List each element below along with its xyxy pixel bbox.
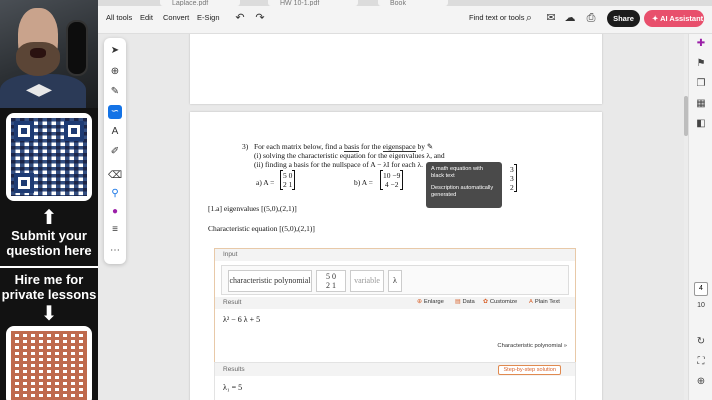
menu-convert[interactable]: Convert (163, 13, 189, 22)
pencil-cursor-icon: ✎ (426, 142, 434, 151)
matrix-b: 10 −9 4 −2 (380, 170, 404, 190)
variable-field: variable (350, 270, 384, 292)
tab-laplace[interactable]: Laplace.pdf (160, 0, 240, 6)
note-characteristic: Characteristic equation [(5,0),(2,1)] (208, 224, 315, 233)
pin-icon[interactable]: ⚲ (108, 187, 122, 201)
pen-icon[interactable]: ✎ (108, 85, 122, 99)
more-icon[interactable]: ⋯ (108, 244, 122, 258)
search-icon[interactable]: ⌕ (523, 12, 535, 24)
customize-icon: ✿ (483, 299, 488, 305)
freehand-icon[interactable]: ∽ (108, 105, 122, 119)
qr-code-submit[interactable] (6, 113, 92, 201)
note-eigenvalues: [1.a] eigenvalues [(5,0),(2,1)] (208, 204, 297, 213)
color-picker-icon[interactable]: ● (108, 205, 122, 219)
input-row: characteristic polynomial 5 02 1 variabl… (221, 265, 569, 295)
upload-cloud-icon[interactable]: ☁ (564, 12, 576, 24)
page-total: 10 (697, 302, 705, 309)
customize-action: ✿ Customize (483, 299, 518, 305)
bookmark-icon[interactable]: ⚑ (695, 58, 707, 70)
part-b-label: b) A = (354, 178, 373, 187)
part-a-label: a) A = (256, 178, 275, 187)
attachments-icon[interactable]: ▦ (695, 98, 707, 110)
find-text-tools[interactable]: Find text or tools (469, 13, 524, 22)
microphone-icon (66, 20, 88, 76)
promo-panel: ⬆ Submit your question here Hire me for … (0, 0, 98, 400)
result-header: Result (215, 297, 575, 309)
menu-all-tools[interactable]: All tools (106, 13, 132, 22)
pdf-page (190, 34, 602, 104)
plain-text-icon: A (529, 299, 533, 305)
matrix-field: 5 02 1 (316, 270, 346, 292)
pages-icon[interactable]: ❐ (695, 78, 707, 90)
enlarge-action: ⊕ Enlarge (417, 299, 444, 305)
undo-icon[interactable]: ↶ (234, 12, 246, 24)
plain-text-action: A Plain Text (529, 299, 560, 305)
lambda-1-result: λ₁ = 5 (223, 383, 243, 392)
characteristic-polynomial-link: Characteristic polynomial » (497, 343, 567, 349)
tab-hw[interactable]: HW 10-1.pdf (268, 0, 358, 6)
current-page-input[interactable]: 4 (694, 282, 708, 296)
alt-text-tooltip: A math equation with black text Descript… (426, 162, 502, 208)
promo-submit-text: Submit your question here (6, 228, 92, 258)
menu-lines-icon[interactable]: ≡ (108, 223, 122, 237)
eraser-icon[interactable]: ⌫ (108, 169, 122, 183)
redo-icon[interactable]: ↷ (254, 12, 266, 24)
rotate-icon[interactable]: ↻ (695, 336, 707, 348)
promo-hire-text: Hire me for private lessons (1, 272, 97, 302)
data-icon: ▤ (455, 299, 461, 305)
tooltip-line-1: A math equation with black text (431, 166, 483, 179)
wolfram-results-image: Results Step-by-step solution λ₁ = 5 (214, 362, 576, 400)
webcam-video (0, 0, 98, 108)
problem-number: 3) (242, 142, 249, 151)
problem-line-3: (ii) finding a basis for the nullspace o… (254, 160, 423, 169)
tooltip-line-2: Description automatically generated (431, 185, 494, 198)
menu-esign[interactable]: E-Sign (197, 13, 220, 22)
menu-edit[interactable]: Edit (140, 13, 153, 22)
matrix-a: 5 02 1 (280, 170, 296, 190)
tab-book[interactable]: Book (378, 0, 448, 6)
document-area: 3) For each matrix below, find a basis f… (130, 34, 684, 400)
arrow-up-icon: ⬆ (40, 207, 58, 229)
characteristic-polynomial-field: characteristic polynomial (228, 270, 312, 292)
qr-code-hire[interactable] (6, 326, 92, 400)
ai-assistant-label: AI Assistant (660, 14, 704, 23)
tab-strip: Laplace.pdf HW 10-1.pdf Book (98, 0, 712, 6)
select-cursor-icon[interactable]: ➤ (108, 44, 122, 58)
problem-line-1: For each matrix below, find a basis for … (254, 142, 434, 152)
print-icon[interactable]: ⎙ (585, 12, 597, 24)
ai-assistant-button[interactable]: ✦ AI Assistant (644, 10, 704, 27)
variable-value: λ (388, 270, 402, 292)
tool-rail: ➤ ⊕ ✎ ∽ A ✐ ⌫ ⚲ ● ≡ ⋯ (104, 38, 126, 264)
input-header: Input (215, 249, 575, 261)
right-rail: ✚ ⚑ ❐ ▦ ◧ 4 10 ↻ ⛶ ⊕ (688, 34, 712, 400)
comment-icon[interactable]: ✚ (695, 38, 707, 50)
data-action: ▤ Data (455, 299, 475, 305)
layers-icon[interactable]: ◧ (695, 118, 707, 130)
mail-icon[interactable]: ✉ (545, 12, 557, 24)
divider (0, 266, 98, 268)
stamp-icon[interactable]: ✐ (108, 145, 122, 159)
enlarge-icon: ⊕ (417, 299, 422, 305)
problem-line-2: (i) solving the characteristic equation … (254, 151, 445, 160)
fit-page-icon[interactable]: ⛶ (695, 356, 707, 368)
zoom-in-icon[interactable]: ⊕ (695, 376, 707, 388)
wolfram-result-image: Input characteristic polynomial 5 02 1 v… (214, 248, 576, 368)
matrix-c-partial: 332 (510, 164, 517, 192)
result-expression: λ² − 6 λ + 5 (223, 315, 261, 324)
arrow-down-icon: ⬇ (40, 303, 58, 325)
text-box-icon[interactable]: A (108, 125, 122, 139)
share-button[interactable]: Share (607, 10, 640, 27)
zoom-icon[interactable]: ⊕ (108, 65, 122, 79)
step-by-step-badge: Step-by-step solution (498, 365, 561, 375)
